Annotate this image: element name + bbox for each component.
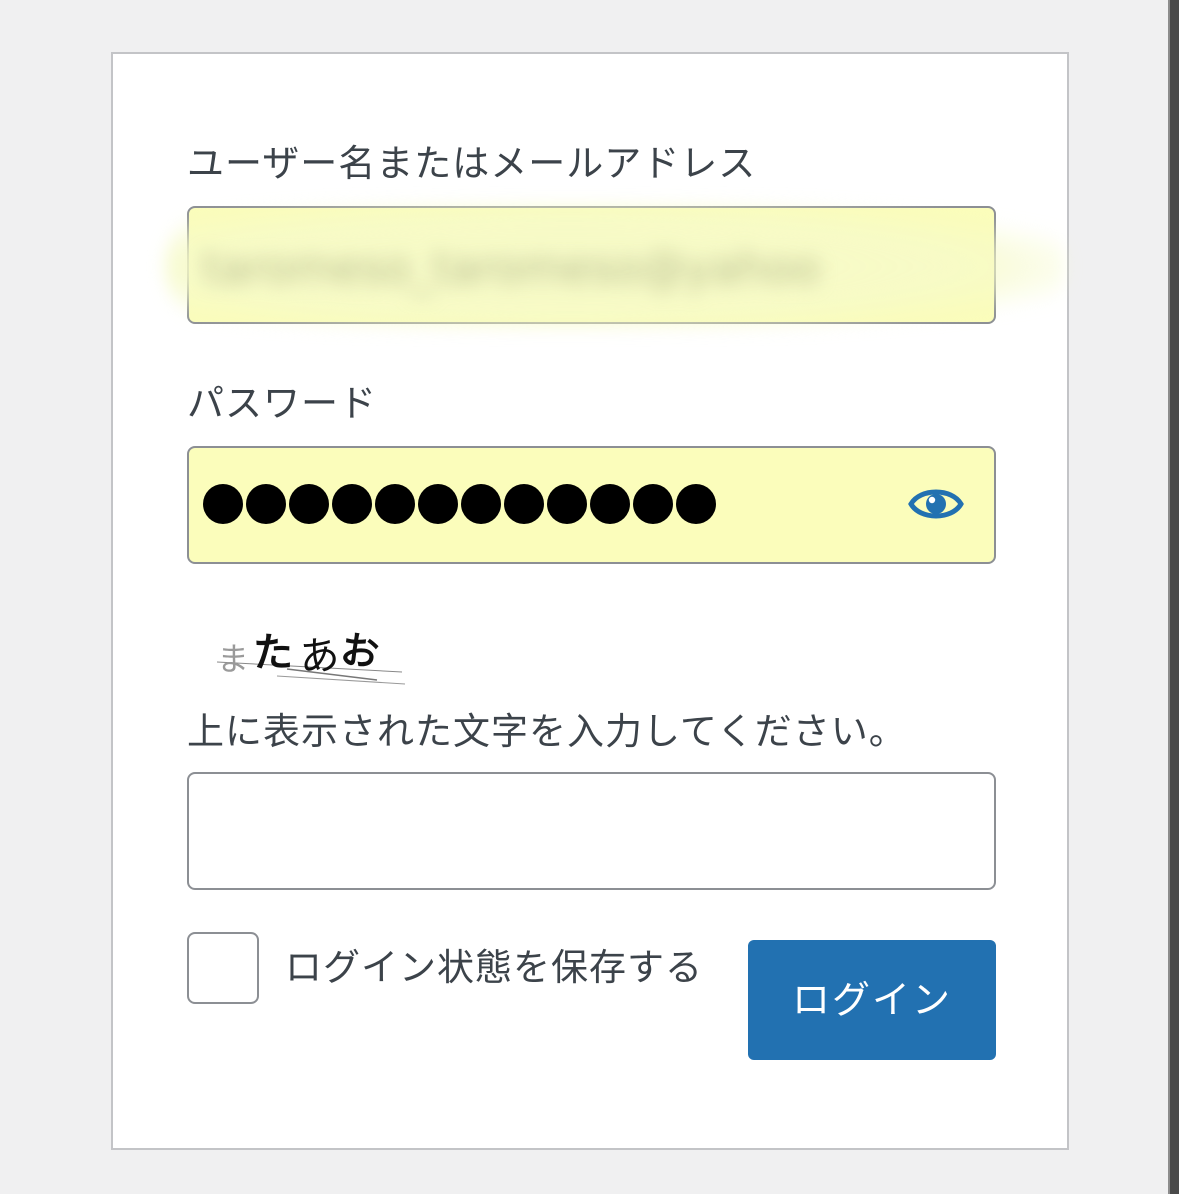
password-label: パスワード <box>187 382 377 425</box>
username-value: taromeso_taromeso@yahoo <box>203 244 820 294</box>
password-dot <box>375 484 415 524</box>
password-dot <box>332 484 372 524</box>
svg-text:お: お <box>338 627 382 676</box>
password-dot <box>590 484 630 524</box>
password-mask <box>203 484 716 524</box>
password-dot <box>203 484 243 524</box>
login-form: ユーザー名またはメールアドレス taromeso_taromeso@yahoo … <box>111 52 1069 1150</box>
window-edge <box>1168 0 1179 1194</box>
remember-me-label[interactable]: ログイン状態を保存する <box>285 946 703 990</box>
remember-me-checkbox[interactable] <box>187 932 259 1004</box>
password-input[interactable] <box>187 446 996 564</box>
captcha-image: ま た あ お <box>216 614 407 689</box>
svg-text:た: た <box>253 630 293 676</box>
svg-text:ま: ま <box>217 640 249 678</box>
password-dot <box>547 484 587 524</box>
eye-icon <box>908 489 964 519</box>
username-label: ユーザー名またはメールアドレス <box>187 142 757 185</box>
captcha-prompt: 上に表示された文字を入力してください。 <box>187 710 907 753</box>
captcha-input[interactable] <box>187 772 996 890</box>
show-password-button[interactable] <box>908 484 964 524</box>
password-dot <box>246 484 286 524</box>
password-dot <box>504 484 544 524</box>
password-dot <box>289 484 329 524</box>
login-button[interactable]: ログイン <box>748 940 996 1060</box>
password-dot <box>418 484 458 524</box>
svg-text:あ: あ <box>297 632 342 682</box>
password-dot <box>633 484 673 524</box>
password-dot <box>676 484 716 524</box>
password-dot <box>461 484 501 524</box>
